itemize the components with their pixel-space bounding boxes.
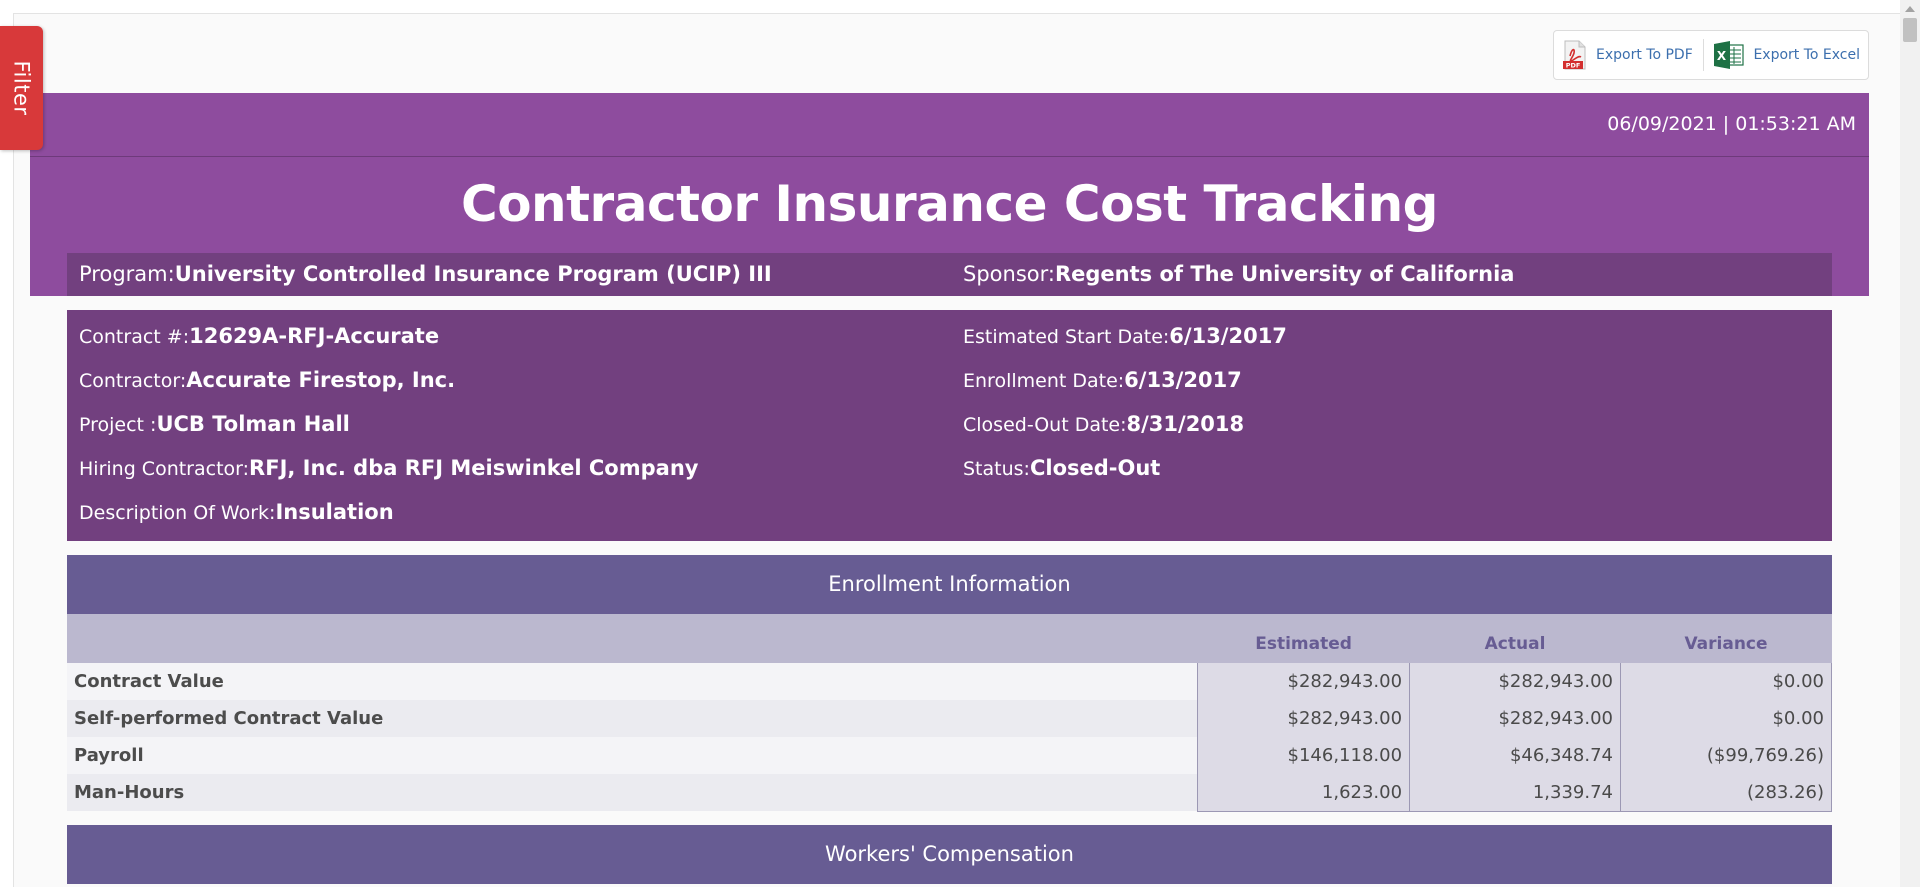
- export-excel-button[interactable]: X Export To Excel: [1713, 40, 1860, 70]
- enrollment-date-label: Enrollment Date:: [963, 370, 1125, 392]
- row-label: Self-performed Contract Value: [67, 700, 1198, 737]
- sponsor-label: Sponsor:: [963, 262, 1055, 286]
- closed-out-date-label: Closed-Out Date:: [963, 414, 1127, 436]
- description-value: Insulation: [275, 500, 394, 524]
- column-header-estimated: Estimated: [1197, 614, 1410, 663]
- export-pdf-button[interactable]: PDF Export To PDF: [1562, 40, 1693, 70]
- program-label: Program:: [79, 262, 175, 286]
- row-label: Man-Hours: [67, 774, 1198, 811]
- table-row: Contract Value $282,943.00 $282,943.00 $…: [67, 663, 1832, 700]
- export-excel-label: Export To Excel: [1753, 47, 1860, 63]
- cell-actual: 1,339.74: [1409, 774, 1621, 812]
- export-toolbar: PDF Export To PDF X Export To Excel: [1553, 30, 1869, 80]
- table-header-row: Estimated Actual Variance: [67, 614, 1832, 663]
- start-date-field: Estimated Start Date:6/13/2017: [963, 324, 1287, 348]
- status-field: Status:Closed-Out: [963, 456, 1160, 480]
- vertical-scrollbar[interactable]: [1900, 0, 1920, 887]
- project-value: UCB Tolman Hall: [156, 412, 350, 436]
- description-label: Description Of Work:: [79, 502, 276, 524]
- row-label: Contract Value: [67, 663, 1198, 700]
- cell-variance: $0.00: [1620, 700, 1832, 737]
- cell-variance: $0.00: [1620, 663, 1832, 700]
- export-pdf-label: Export To PDF: [1596, 47, 1693, 63]
- scroll-thumb[interactable]: [1903, 18, 1917, 42]
- contract-number-value: 12629A-RFJ-Accurate: [189, 324, 440, 348]
- closed-out-date-field: Closed-Out Date:8/31/2018: [963, 412, 1244, 436]
- cell-actual: $282,943.00: [1409, 663, 1621, 700]
- project-field: Project :UCB Tolman Hall: [79, 412, 350, 436]
- cell-actual: $282,943.00: [1409, 700, 1621, 737]
- project-label: Project :: [79, 414, 157, 436]
- page-title: Contractor Insurance Cost Tracking: [461, 175, 1438, 233]
- sponsor-field: Sponsor:Regents of The University of Cal…: [963, 262, 1514, 286]
- svg-text:X: X: [1717, 49, 1727, 63]
- cell-actual: $46,348.74: [1409, 737, 1621, 774]
- program-field: Program:University Controlled Insurance …: [79, 262, 772, 286]
- contract-number-field: Contract #:12629A-RFJ-Accurate: [79, 324, 439, 348]
- filter-tab[interactable]: Filter: [0, 26, 43, 150]
- sponsor-value: Regents of The University of California: [1054, 262, 1515, 286]
- table-row: Payroll $146,118.00 $46,348.74 ($99,769.…: [67, 737, 1832, 774]
- svg-text:PDF: PDF: [1566, 62, 1581, 70]
- cell-variance: ($99,769.26): [1620, 737, 1832, 774]
- row-label: Payroll: [67, 737, 1198, 774]
- excel-file-icon: X: [1713, 40, 1745, 70]
- column-header-variance: Variance: [1620, 614, 1832, 663]
- hiring-contractor-value: RFJ, Inc. dba RFJ Meiswinkel Company: [249, 456, 699, 480]
- contractor-label: Contractor:: [79, 370, 187, 392]
- contract-number-label: Contract #:: [79, 326, 190, 348]
- description-field: Description Of Work:Insulation: [79, 500, 394, 524]
- cell-estimated: $282,943.00: [1197, 663, 1411, 700]
- enrollment-section-header: Enrollment Information: [67, 555, 1832, 614]
- cell-estimated: 1,623.00: [1197, 774, 1411, 812]
- scroll-up-icon[interactable]: [1905, 6, 1915, 12]
- hiring-contractor-field: Hiring Contractor:RFJ, Inc. dba RFJ Meis…: [79, 456, 698, 480]
- export-separator: [1702, 39, 1704, 71]
- column-header-actual: Actual: [1409, 614, 1621, 663]
- program-value: University Controlled Insurance Program …: [174, 262, 772, 286]
- start-date-label: Estimated Start Date:: [963, 326, 1170, 348]
- report-timestamp: 06/09/2021 | 01:53:21 AM: [1607, 113, 1856, 135]
- status-value: Closed-Out: [1029, 456, 1161, 480]
- hiring-contractor-label: Hiring Contractor:: [79, 458, 250, 480]
- cell-estimated: $146,118.00: [1197, 737, 1411, 774]
- column-header-label: [67, 614, 1198, 663]
- header-divider: [30, 156, 1869, 157]
- enrollment-table: Estimated Actual Variance Contract Value…: [67, 614, 1832, 812]
- workers-comp-section-header: Workers' Compensation: [67, 825, 1832, 884]
- contract-details: Contract #:12629A-RFJ-Accurate Contracto…: [67, 310, 1832, 541]
- start-date-value: 6/13/2017: [1169, 324, 1287, 348]
- pdf-file-icon: PDF: [1562, 40, 1588, 70]
- cell-estimated: $282,943.00: [1197, 700, 1411, 737]
- filter-tab-label: Filter: [9, 60, 34, 116]
- enrollment-date-value: 6/13/2017: [1124, 368, 1242, 392]
- program-bar: Program:University Controlled Insurance …: [67, 253, 1832, 296]
- enrollment-date-field: Enrollment Date:6/13/2017: [963, 368, 1242, 392]
- closed-out-date-value: 8/31/2018: [1126, 412, 1245, 436]
- table-row: Self-performed Contract Value $282,943.0…: [67, 700, 1832, 737]
- status-label: Status:: [963, 458, 1030, 480]
- contractor-value: Accurate Firestop, Inc.: [186, 368, 456, 392]
- table-row: Man-Hours 1,623.00 1,339.74 (283.26): [67, 774, 1832, 812]
- cell-variance: (283.26): [1620, 774, 1832, 812]
- contractor-field: Contractor:Accurate Firestop, Inc.: [79, 368, 455, 392]
